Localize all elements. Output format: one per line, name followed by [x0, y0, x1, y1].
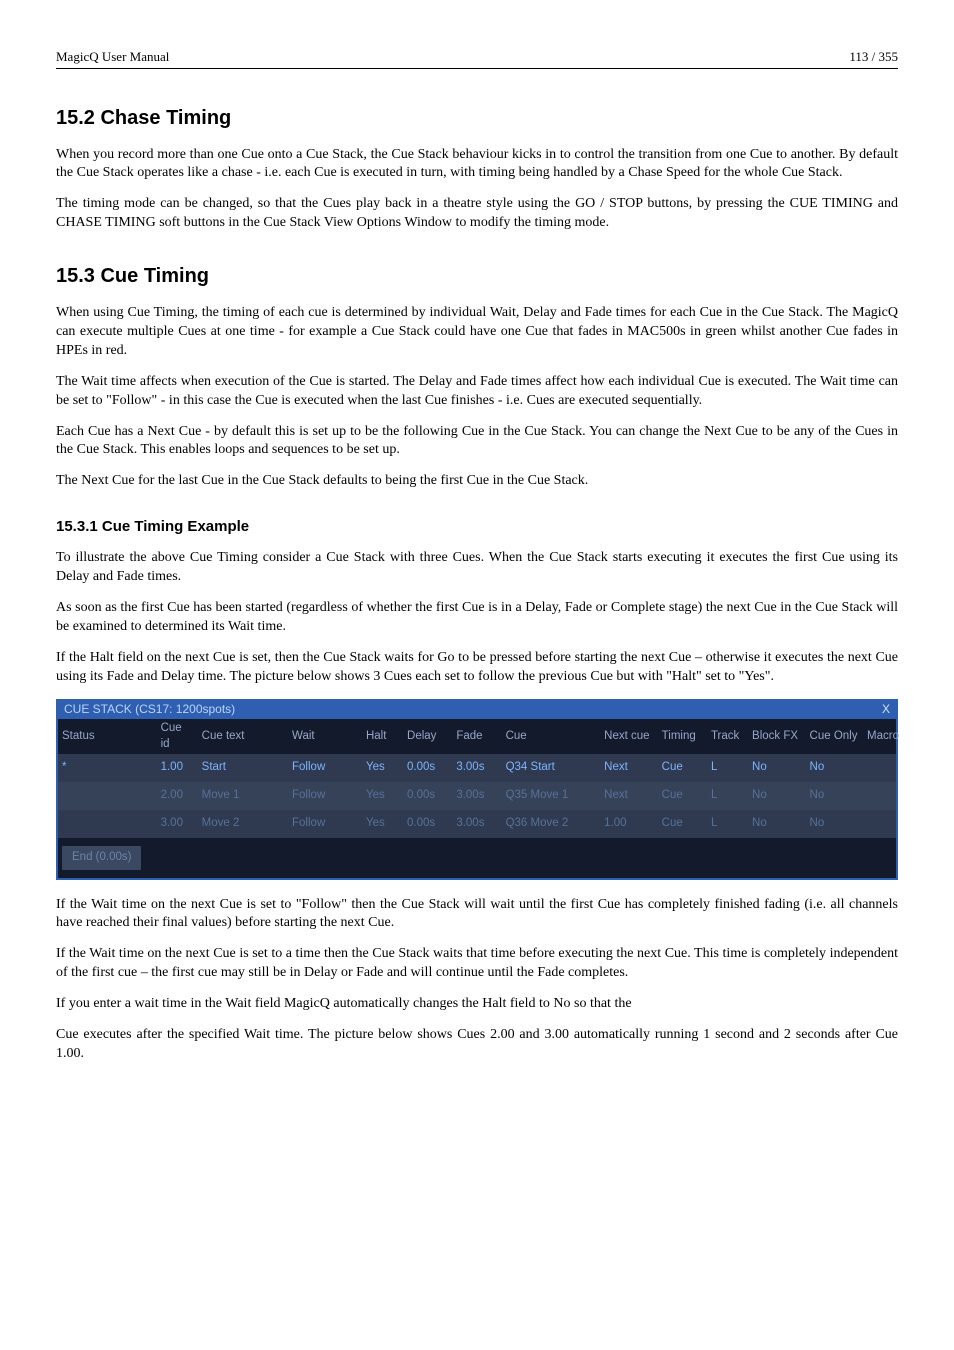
body-text: If you enter a wait time in the Wait fie… [56, 995, 898, 1014]
cell-wait[interactable]: Follow [288, 754, 362, 782]
cue-stack-table: Status Cue id Cue text Wait Halt Delay F… [58, 719, 896, 878]
cell-fade[interactable]: 3.00s [452, 754, 501, 782]
body-text: The Wait time affects when execution of … [56, 373, 898, 411]
cell-cue[interactable]: Q34 Start [502, 754, 601, 782]
cell-blockfx[interactable]: No [748, 782, 806, 810]
cell-nextcue[interactable]: Next [600, 754, 658, 782]
body-text: As soon as the first Cue has been starte… [56, 599, 898, 637]
cue-stack-title: CUE STACK (CS17: 1200spots) [64, 701, 235, 717]
col-track: Track [707, 719, 748, 754]
cell-timing[interactable]: Cue [658, 810, 707, 838]
cell-nextcue[interactable]: Next [600, 782, 658, 810]
page-header: MagicQ User Manual 113 / 355 [56, 48, 898, 69]
cell-cue[interactable]: Q35 Move 1 [502, 782, 601, 810]
cell-cueonly[interactable]: No [806, 782, 864, 810]
cell-cuetext[interactable]: Move 1 [198, 782, 288, 810]
cell-cueonly[interactable]: No [806, 754, 864, 782]
col-delay: Delay [403, 719, 452, 754]
cue-stack-window: CUE STACK (CS17: 1200spots) X Status Cue… [56, 699, 898, 880]
cell-timing[interactable]: Cue [658, 782, 707, 810]
cell-timing[interactable]: Cue [658, 754, 707, 782]
col-wait: Wait [288, 719, 362, 754]
body-text: Cue executes after the specified Wait ti… [56, 1026, 898, 1064]
cell-delay[interactable]: 0.00s [403, 754, 452, 782]
cue-stack-titlebar: CUE STACK (CS17: 1200spots) X [58, 699, 896, 719]
cell-status[interactable] [58, 810, 157, 838]
end-marker: End (0.00s) [62, 846, 141, 870]
col-timing: Timing [658, 719, 707, 754]
cell-macro[interactable] [863, 754, 896, 782]
col-cuetext: Cue text [198, 719, 288, 754]
heading-15-2: 15.2 Chase Timing [56, 105, 898, 132]
body-text: Each Cue has a Next Cue - by default thi… [56, 423, 898, 461]
col-nextcue: Next cue [600, 719, 658, 754]
cell-halt[interactable]: Yes [362, 810, 403, 838]
close-icon[interactable]: X [882, 701, 890, 717]
cell-status[interactable] [58, 782, 157, 810]
cell-track[interactable]: L [707, 782, 748, 810]
cell-delay[interactable]: 0.00s [403, 810, 452, 838]
body-text: The Next Cue for the last Cue in the Cue… [56, 472, 898, 491]
col-halt: Halt [362, 719, 403, 754]
cell-cueid[interactable]: 2.00 [157, 782, 198, 810]
cell-fade[interactable]: 3.00s [452, 782, 501, 810]
body-text: If the Wait time on the next Cue is set … [56, 896, 898, 934]
cell-halt[interactable]: Yes [362, 754, 403, 782]
col-cueid: Cue id [157, 719, 198, 754]
cell-macro[interactable] [863, 782, 896, 810]
cell-blockfx[interactable]: No [748, 754, 806, 782]
cell-fade[interactable]: 3.00s [452, 810, 501, 838]
cell-cuetext[interactable]: Start [198, 754, 288, 782]
cell-halt[interactable]: Yes [362, 782, 403, 810]
cell-track[interactable]: L [707, 754, 748, 782]
col-blockfx: Block FX [748, 719, 806, 754]
table-row[interactable]: 3.00 Move 2 Follow Yes 0.00s 3.00s Q36 M… [58, 810, 896, 838]
table-header-row: Status Cue id Cue text Wait Halt Delay F… [58, 719, 896, 754]
header-right: 113 / 355 [849, 48, 898, 66]
cell-delay[interactable]: 0.00s [403, 782, 452, 810]
cell-track[interactable]: L [707, 810, 748, 838]
heading-15-3: 15.3 Cue Timing [56, 263, 898, 290]
cell-wait[interactable]: Follow [288, 782, 362, 810]
cell-blockfx[interactable]: No [748, 810, 806, 838]
col-fade: Fade [452, 719, 501, 754]
cell-wait[interactable]: Follow [288, 810, 362, 838]
body-text: If the Halt field on the next Cue is set… [56, 649, 898, 687]
body-text: The timing mode can be changed, so that … [56, 195, 898, 233]
heading-15-3-1: 15.3.1 Cue Timing Example [56, 517, 898, 537]
table-row[interactable]: 2.00 Move 1 Follow Yes 0.00s 3.00s Q35 M… [58, 782, 896, 810]
body-text: If the Wait time on the next Cue is set … [56, 945, 898, 983]
header-left: MagicQ User Manual [56, 48, 169, 66]
body-text: When using Cue Timing, the timing of eac… [56, 304, 898, 361]
cell-cueid[interactable]: 1.00 [157, 754, 198, 782]
cell-macro[interactable] [863, 810, 896, 838]
cell-cuetext[interactable]: Move 2 [198, 810, 288, 838]
table-end-row: End (0.00s) [58, 838, 896, 878]
col-status: Status [58, 719, 157, 754]
cell-cue[interactable]: Q36 Move 2 [502, 810, 601, 838]
col-cue: Cue [502, 719, 601, 754]
body-text: To illustrate the above Cue Timing consi… [56, 549, 898, 587]
table-row[interactable]: * 1.00 Start Follow Yes 0.00s 3.00s Q34 … [58, 754, 896, 782]
body-text: When you record more than one Cue onto a… [56, 146, 898, 184]
cell-nextcue[interactable]: 1.00 [600, 810, 658, 838]
cell-cueonly[interactable]: No [806, 810, 864, 838]
col-cueonly: Cue Only [806, 719, 864, 754]
cell-status[interactable]: * [58, 754, 157, 782]
cell-cueid[interactable]: 3.00 [157, 810, 198, 838]
col-macro: Macro [863, 719, 896, 754]
